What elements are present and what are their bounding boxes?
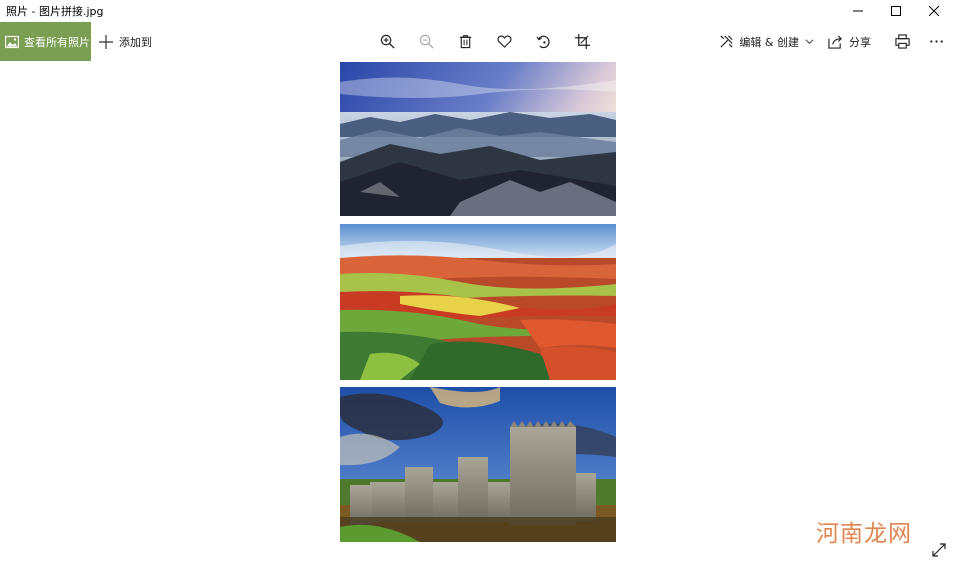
view-all-photos-button[interactable]: 查看所有照片 [0,22,91,61]
watermark: 河南龙网 [816,521,912,547]
rotate-button[interactable] [524,22,563,61]
expand-icon[interactable] [931,542,947,558]
ellipsis-icon [929,40,943,43]
photo-terraces [340,224,616,380]
printer-icon [894,34,910,49]
photo-castle [340,387,616,542]
crop-button[interactable] [563,22,602,61]
rotate-icon [536,35,550,49]
center-tools [368,22,602,61]
edit-create-icon [720,35,733,48]
photo-icon [5,35,19,48]
chevron-down-icon [805,39,814,45]
add-to-label: 添加到 [119,35,152,49]
title-bar: 照片 - 图片拼接.jpg [0,0,953,22]
crop-icon [575,34,590,49]
window-title: 照片 - 图片拼接.jpg [6,5,104,18]
toolbar: 查看所有照片 添加到 编辑 & 创建 分享 [0,22,953,62]
zoom-out-icon [419,34,434,49]
more-options-button[interactable] [919,22,953,61]
photo-mountains [340,62,616,216]
print-button[interactable] [885,22,919,61]
trash-icon [459,35,472,49]
plus-icon [99,34,113,49]
close-icon [929,6,939,16]
view-all-label: 查看所有照片 [24,35,90,49]
favorite-button[interactable] [485,22,524,61]
castle-image [340,387,616,542]
terraces-image [340,224,616,380]
mountains-image [340,62,616,216]
heart-icon [497,35,512,48]
window-controls [839,0,953,22]
add-to-button[interactable]: 添加到 [99,22,152,61]
edit-create-button[interactable]: 编辑 & 创建 [719,34,814,50]
maximize-icon [891,6,901,16]
share-icon [828,35,842,49]
share-label: 分享 [849,35,871,49]
right-tools: 编辑 & 创建 分享 [719,22,953,61]
maximize-button[interactable] [877,0,915,22]
minimize-button[interactable] [839,0,877,22]
zoom-in-icon [380,34,395,49]
delete-button[interactable] [446,22,485,61]
edit-create-label: 编辑 & 创建 [739,35,799,49]
zoom-out-button[interactable] [407,22,446,61]
share-button[interactable]: 分享 [828,34,871,50]
minimize-icon [853,10,863,12]
zoom-in-button[interactable] [368,22,407,61]
close-button[interactable] [915,0,953,22]
